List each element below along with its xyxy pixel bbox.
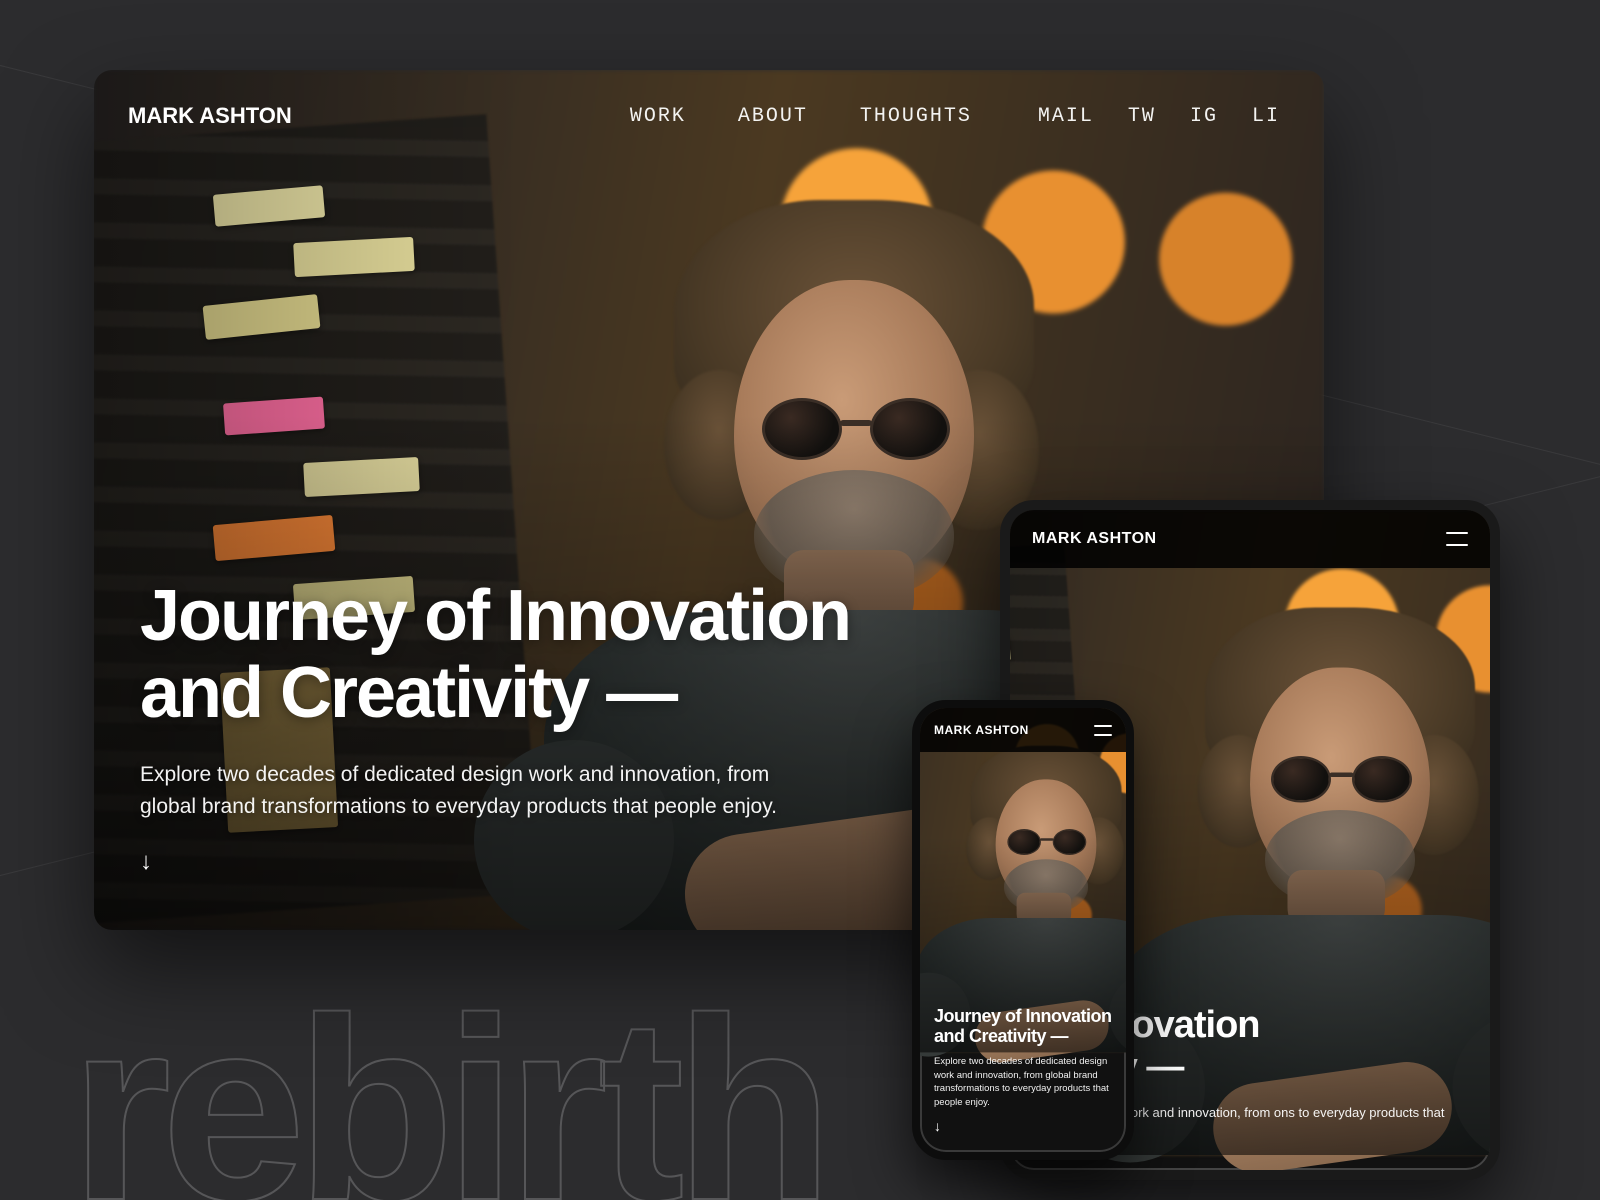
hero-subtitle: Explore two decades of dedicated design … — [140, 759, 830, 822]
phone-hero-title: Journey of Innovation and Creativity — — [934, 1006, 1112, 1047]
top-nav: MARK ASHTON WORK ABOUT THOUGHTS MAIL TW … — [94, 70, 1324, 162]
social-mail[interactable]: MAIL — [1038, 105, 1094, 128]
social-tw[interactable]: TW — [1128, 105, 1156, 128]
social-ig[interactable]: IG — [1190, 105, 1218, 128]
nav-link-work[interactable]: WORK — [630, 105, 686, 128]
scroll-down-arrow-icon[interactable]: ↓ — [140, 848, 152, 876]
phone-title-line2: and Creativity — — [934, 1026, 1112, 1047]
social-links: MAIL TW IG LI — [1028, 105, 1290, 128]
phone-nav: MARK ASHTON — [920, 708, 1126, 752]
nav-link-thoughts[interactable]: THOUGHTS — [860, 105, 972, 128]
phone-scroll-down-arrow-icon[interactable]: ↓ — [934, 1118, 941, 1134]
brand-logo[interactable]: MARK ASHTON — [128, 103, 292, 129]
phone-hero-photo — [920, 708, 1126, 1052]
tablet-nav: MARK ASHTON — [1010, 510, 1490, 568]
phone-menu-icon[interactable] — [1094, 725, 1112, 736]
tablet-brand-logo[interactable]: MARK ASHTON — [1032, 530, 1157, 548]
social-li[interactable]: LI — [1252, 105, 1280, 128]
phone-hero-copy: Journey of Innovation and Creativity — E… — [934, 1006, 1112, 1136]
tablet-menu-icon[interactable] — [1446, 532, 1468, 546]
background-ghost-word: rebirth — [70, 961, 823, 1200]
phone-mock: MARK ASHTON Journey of Innovation and Cr… — [912, 700, 1134, 1160]
phone-brand-logo[interactable]: MARK ASHTON — [934, 723, 1029, 737]
phone-title-line1: Journey of Innovation — [934, 1006, 1112, 1027]
phone-hero-subtitle: Explore two decades of dedicated design … — [934, 1055, 1112, 1110]
nav-link-about[interactable]: ABOUT — [738, 105, 808, 128]
